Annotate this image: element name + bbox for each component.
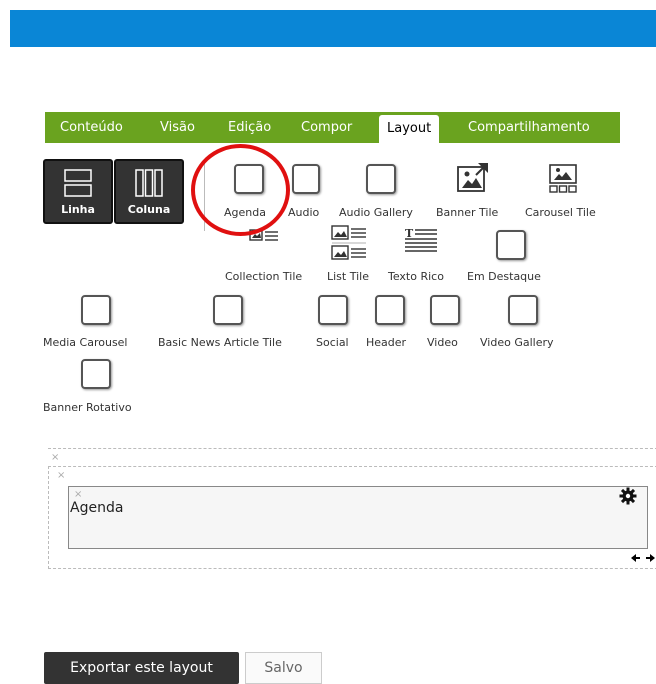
social-tile-icon: [318, 295, 348, 325]
carousel-image-icon: [549, 164, 577, 193]
tile-basic-news-label: Basic News Article Tile: [158, 336, 282, 349]
tile-social-label: Social: [316, 336, 349, 349]
audio-gallery-tile-icon: [366, 164, 396, 194]
add-column-button[interactable]: Coluna: [114, 159, 184, 224]
featured-tile-icon: [496, 230, 526, 260]
tile-audio-label: Audio: [288, 206, 320, 219]
add-row-button[interactable]: Linha: [43, 159, 113, 224]
tab-edicao[interactable]: Edição: [228, 112, 271, 143]
tile-collection-label: Collection Tile: [225, 270, 303, 283]
export-layout-button[interactable]: Exportar este layout: [44, 652, 239, 684]
resize-handle-icon[interactable]: [631, 553, 655, 563]
tile-agenda-label: Agenda: [224, 206, 266, 219]
tile-video-label: Video: [427, 336, 458, 349]
tab-visao[interactable]: Visão: [160, 112, 195, 143]
tile-carousel-label: Carousel Tile: [525, 206, 596, 219]
column-icon: [135, 169, 163, 197]
tile-banner-rotativo-label: Banner Rotativo: [43, 401, 132, 414]
remove-row-icon[interactable]: ×: [51, 452, 59, 463]
tab-compartilhamento[interactable]: Compartilhamento: [468, 112, 590, 143]
remove-tile-icon[interactable]: ×: [74, 489, 82, 500]
tile-audio-gallery-label: Audio Gallery: [339, 206, 413, 219]
placed-tile-title: Agenda: [70, 500, 124, 516]
header-tile-icon: [375, 295, 405, 325]
collection-icon: [249, 229, 278, 241]
toolbar-tabs: Conteúdo Visão Edição Compor Layout Comp…: [45, 112, 620, 143]
tab-compor[interactable]: Compor: [301, 112, 352, 143]
banner-rotativo-tile-icon: [81, 359, 111, 389]
toolbar-separator: [204, 159, 205, 231]
tile-video-gallery-label: Video Gallery: [480, 336, 554, 349]
tab-conteudo[interactable]: Conteúdo: [60, 112, 123, 143]
row-icon: [64, 169, 92, 197]
banner-image-icon: [457, 163, 488, 192]
tab-layout[interactable]: Layout: [379, 115, 440, 143]
tile-featured-label: Em Destaque: [467, 270, 541, 283]
media-carousel-tile-icon: [81, 295, 111, 325]
svg-text:T: T: [405, 227, 414, 240]
add-column-label: Coluna: [127, 203, 171, 216]
remove-column-icon[interactable]: ×: [57, 470, 65, 481]
tile-header-label: Header: [366, 336, 407, 349]
placed-tile[interactable]: [68, 486, 648, 549]
agenda-tile-icon: [234, 164, 264, 194]
tile-rich-text-label: Texto Rico: [388, 270, 444, 283]
rich-text-icon: T: [405, 227, 437, 252]
gear-icon[interactable]: [619, 487, 637, 505]
audio-tile-icon: [292, 164, 320, 194]
saved-button[interactable]: Salvo: [245, 652, 322, 684]
list-icon: [331, 225, 366, 260]
tile-list-label: List Tile: [327, 270, 369, 283]
basic-news-tile-icon: [213, 295, 243, 325]
tile-media-carousel-label: Media Carousel: [43, 336, 128, 349]
add-row-label: Linha: [61, 203, 95, 216]
video-tile-icon: [430, 295, 460, 325]
video-gallery-tile-icon: [508, 295, 538, 325]
top-bar: [10, 10, 656, 47]
tile-banner-label: Banner Tile: [436, 206, 499, 219]
